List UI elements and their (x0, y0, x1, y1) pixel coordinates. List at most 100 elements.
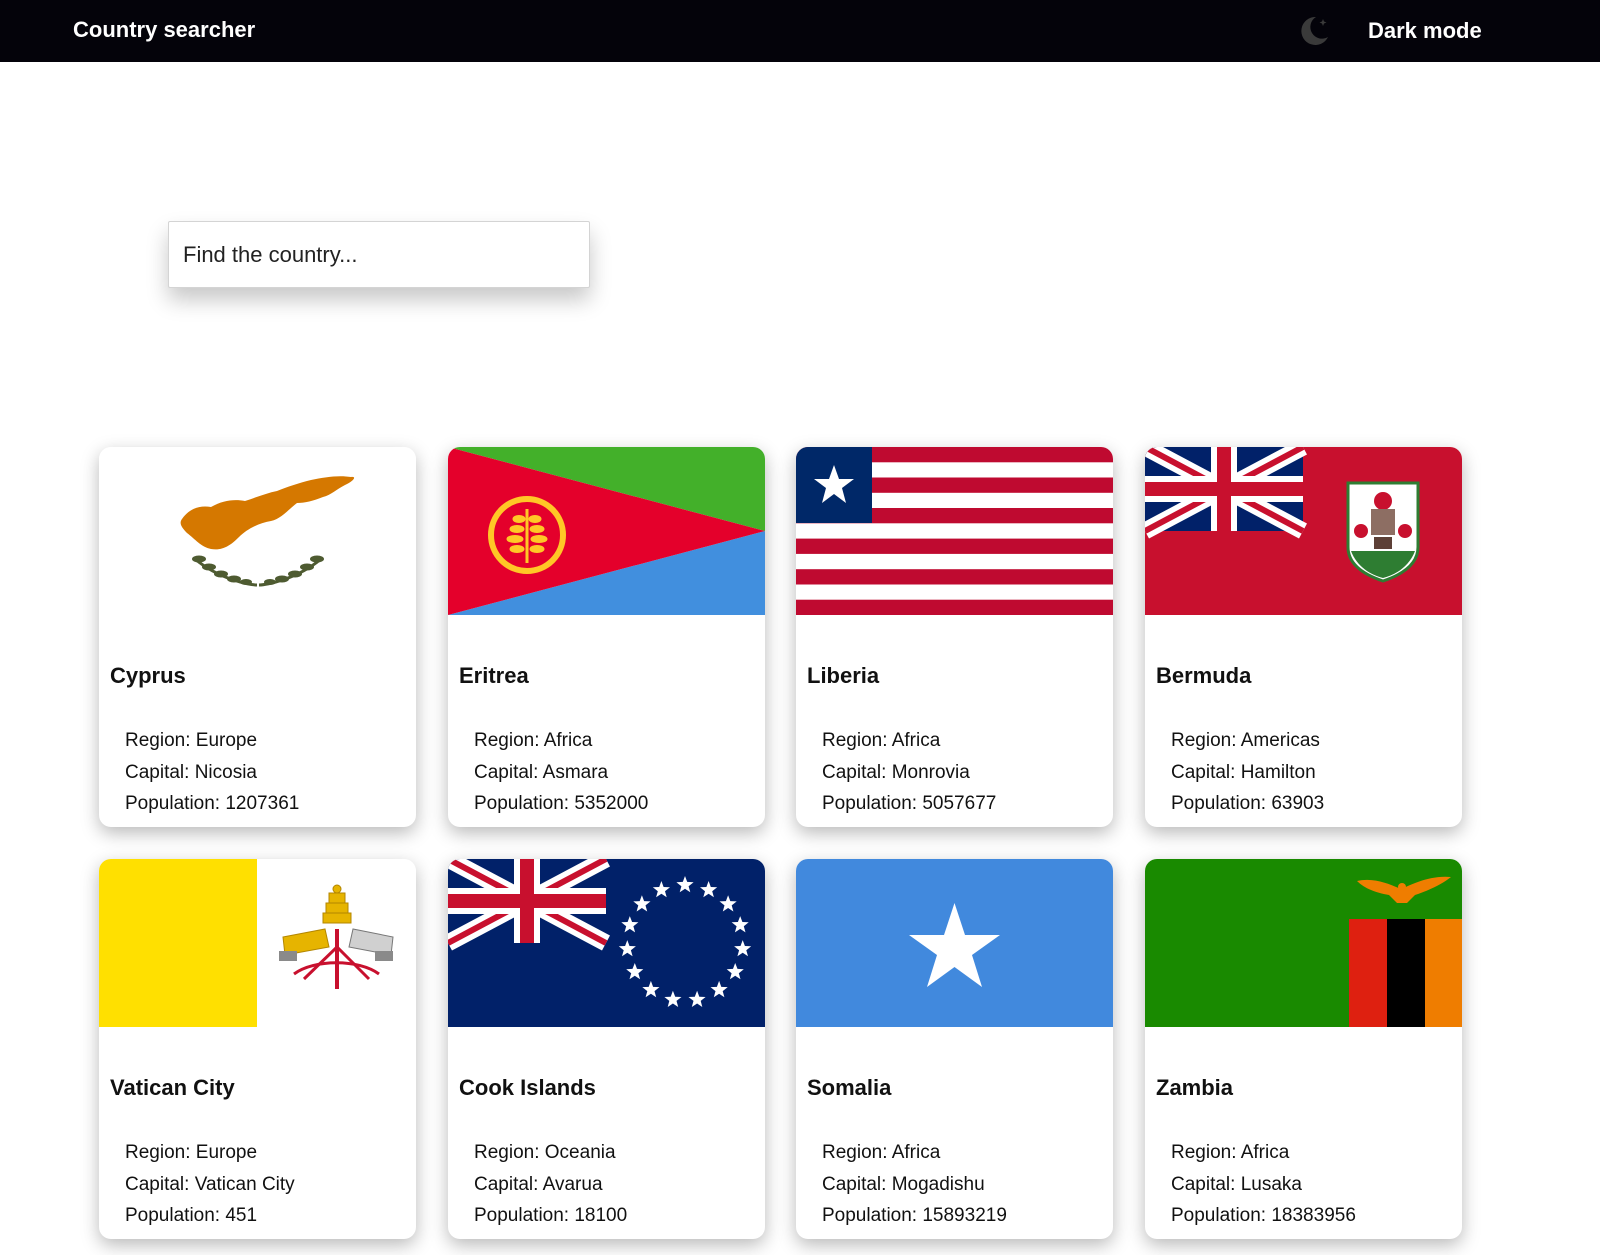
population-value: 18383956 (1271, 1205, 1356, 1226)
country-card-zambia[interactable]: Zambia Region: Africa Capital: Lusaka Po… (1145, 859, 1462, 1239)
bermuda-flag-icon (1145, 447, 1462, 615)
population-row: Population: 5057677 (822, 788, 996, 820)
country-details: Region: Africa Capital: Lusaka Populatio… (1171, 1137, 1356, 1232)
country-details: Region: Africa Capital: Asmara Populatio… (474, 725, 648, 820)
population-value: 15893219 (922, 1205, 1007, 1226)
app-title: Country searcher (73, 17, 256, 42)
country-details: Region: Africa Capital: Mogadishu Popula… (822, 1137, 1007, 1232)
capital-value: Hamilton (1240, 761, 1316, 783)
dark-mode-label: Dark mode (1368, 18, 1482, 43)
region-row: Region: Africa (822, 725, 996, 757)
region-row: Region: Africa (822, 1137, 1007, 1169)
country-name: Somalia (807, 1075, 892, 1100)
region-label: Region: (125, 730, 196, 751)
country-card-vatican-city[interactable]: Vatican City Region: Europe Capital: Vat… (99, 859, 416, 1239)
capital-row: Capital: Hamilton (1171, 757, 1324, 789)
region-label: Region: (474, 730, 544, 751)
region-row: Region: Africa (474, 725, 648, 757)
country-name: Zambia (1156, 1075, 1234, 1100)
capital-row: Capital: Nicosia (125, 757, 299, 789)
cook-islands-flag-icon (448, 859, 765, 1027)
region-value: Africa (891, 1142, 941, 1163)
population-label: Population: (822, 1205, 923, 1226)
region-label: Region: (474, 1142, 545, 1163)
region-row: Region: Africa (1171, 1137, 1356, 1169)
country-details: Region: Americas Capital: Hamilton Popul… (1171, 725, 1324, 820)
capital-row: Capital: Asmara (474, 757, 648, 789)
country-card-cyprus[interactable]: Cyprus Region: Europe Capital: Nicosia P… (99, 447, 416, 827)
country-name: Liberia (807, 663, 880, 688)
capital-label: Capital: (474, 1173, 543, 1195)
population-row: Population: 18383956 (1171, 1200, 1356, 1232)
population-row: Population: 63903 (1171, 788, 1324, 820)
country-name: Cook Islands (459, 1075, 596, 1100)
country-details: Region: Europe Capital: Vatican City Pop… (125, 1137, 295, 1232)
population-label: Population: (474, 793, 575, 814)
region-value: Africa (891, 730, 941, 751)
population-label: Population: (125, 793, 226, 814)
search-box (168, 221, 590, 288)
population-value: 63903 (1271, 793, 1325, 814)
country-search-input[interactable] (169, 222, 589, 287)
population-label: Population: (1171, 1205, 1272, 1226)
population-row: Population: 15893219 (822, 1200, 1007, 1232)
capital-row: Capital: Mogadishu (822, 1169, 1007, 1201)
region-value: Europe (195, 1142, 258, 1163)
top-navbar: Country searcher Dark mode (0, 0, 1600, 62)
liberia-flag-icon (796, 447, 1113, 615)
population-label: Population: (125, 1205, 226, 1226)
capital-label: Capital: (474, 761, 543, 783)
population-row: Population: 5352000 (474, 788, 648, 820)
region-value: Africa (543, 730, 593, 751)
eritrea-flag-icon (448, 447, 765, 615)
region-label: Region: (1171, 1142, 1241, 1163)
country-card-cook-islands[interactable]: Cook Islands Region: Oceania Capital: Av… (448, 859, 765, 1239)
region-row: Region: Oceania (474, 1137, 627, 1169)
capital-label: Capital: (1171, 761, 1241, 783)
population-row: Population: 451 (125, 1200, 295, 1232)
moon-icon (1296, 13, 1332, 49)
region-value: Africa (1240, 1142, 1290, 1163)
population-label: Population: (1171, 793, 1272, 814)
capital-row: Capital: Vatican City (125, 1169, 295, 1201)
region-label: Region: (822, 730, 892, 751)
cyprus-flag-icon (99, 447, 416, 615)
region-label: Region: (822, 1142, 892, 1163)
vatican-flag-icon (99, 859, 416, 1027)
region-row: Region: Europe (125, 1137, 295, 1169)
country-details: Region: Africa Capital: Monrovia Populat… (822, 725, 996, 820)
capital-row: Capital: Monrovia (822, 757, 996, 789)
region-value: Europe (195, 730, 258, 751)
country-details: Region: Europe Capital: Nicosia Populati… (125, 725, 299, 820)
somalia-flag-icon (796, 859, 1113, 1027)
region-value: Oceania (544, 1142, 616, 1163)
capital-value: Asmara (542, 761, 609, 783)
population-label: Population: (822, 793, 923, 814)
capital-label: Capital: (125, 761, 195, 783)
country-name: Cyprus (110, 663, 186, 688)
country-card-bermuda[interactable]: Bermuda Region: Americas Capital: Hamilt… (1145, 447, 1462, 827)
capital-row: Capital: Lusaka (1171, 1169, 1356, 1201)
country-card-liberia[interactable]: Liberia Region: Africa Capital: Monrovia… (796, 447, 1113, 827)
capital-label: Capital: (1171, 1173, 1241, 1195)
country-card-eritrea[interactable]: Eritrea Region: Africa Capital: Asmara P… (448, 447, 765, 827)
population-value: 5352000 (574, 793, 649, 814)
capital-value: Nicosia (194, 761, 258, 783)
country-name: Vatican City (110, 1075, 235, 1100)
region-label: Region: (125, 1142, 196, 1163)
country-name: Bermuda (1156, 663, 1252, 688)
country-details: Region: Oceania Capital: Avarua Populati… (474, 1137, 627, 1232)
capital-value: Lusaka (1240, 1173, 1302, 1195)
capital-label: Capital: (822, 1173, 892, 1195)
zambia-flag-icon (1145, 859, 1462, 1027)
population-row: Population: 1207361 (125, 788, 299, 820)
dark-mode-toggle[interactable]: Dark mode (1296, 12, 1482, 50)
capital-value: Mogadishu (891, 1173, 985, 1195)
population-value: 451 (225, 1205, 258, 1226)
region-value: Americas (1240, 730, 1320, 751)
population-label: Population: (474, 1205, 575, 1226)
country-name: Eritrea (459, 663, 529, 688)
country-card-somalia[interactable]: Somalia Region: Africa Capital: Mogadish… (796, 859, 1113, 1239)
capital-label: Capital: (125, 1173, 195, 1195)
region-label: Region: (1171, 730, 1241, 751)
